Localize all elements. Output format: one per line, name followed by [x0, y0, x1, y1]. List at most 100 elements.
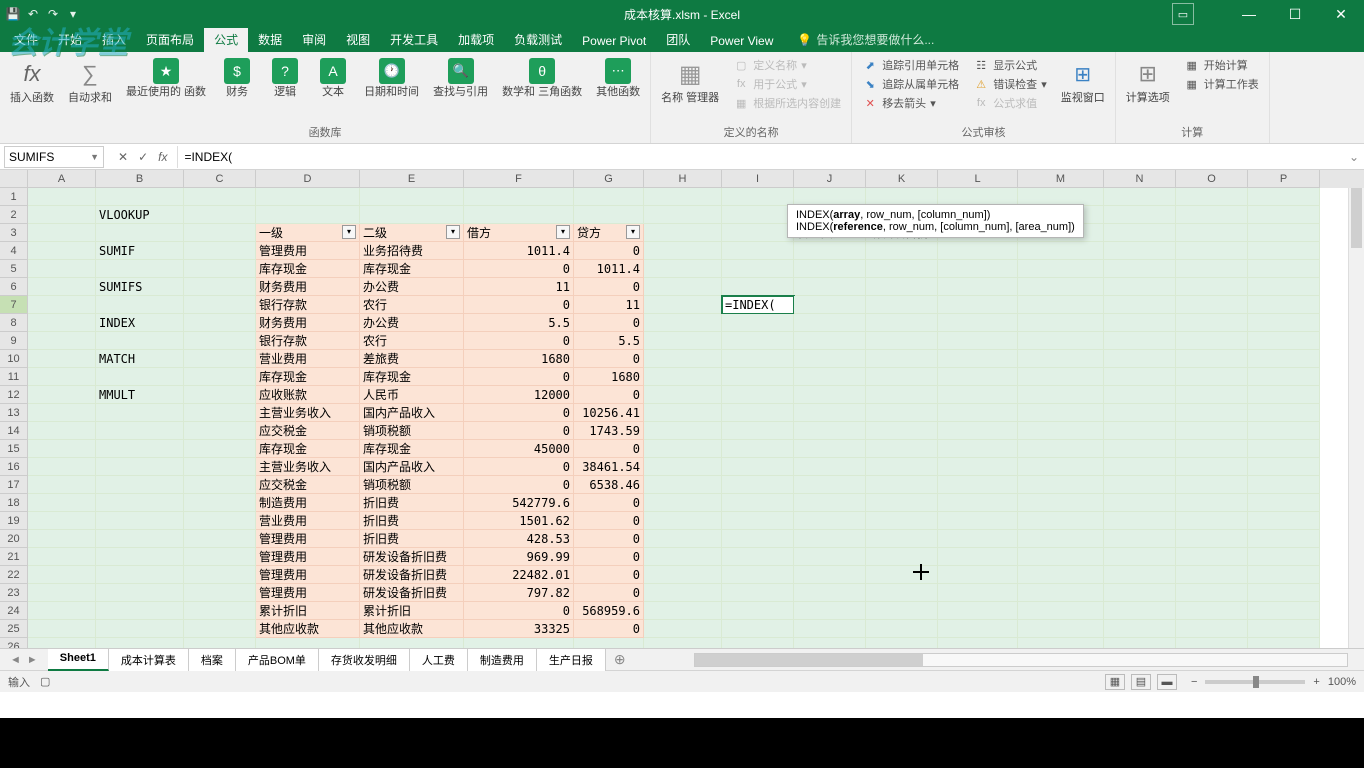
cell-E10[interactable]: 差旅费 [360, 350, 464, 368]
cell-O12[interactable] [1176, 386, 1248, 404]
cell-G8[interactable]: 0 [574, 314, 644, 332]
row-header[interactable]: 16 [0, 458, 28, 476]
cell-K23[interactable] [866, 584, 938, 602]
cell-D24[interactable]: 累计折旧 [256, 602, 360, 620]
cell-P9[interactable] [1248, 332, 1320, 350]
cell-J18[interactable] [794, 494, 866, 512]
cell-K16[interactable] [866, 458, 938, 476]
cell-D19[interactable]: 营业费用 [256, 512, 360, 530]
cell-J15[interactable] [794, 440, 866, 458]
macro-record-icon[interactable]: ▢ [40, 675, 50, 688]
cell-B3[interactable] [96, 224, 184, 242]
cell-J8[interactable] [794, 314, 866, 332]
cell-A14[interactable] [28, 422, 96, 440]
tab-file[interactable]: 文件 [4, 27, 48, 52]
cell-D17[interactable]: 应交税金 [256, 476, 360, 494]
cell-O20[interactable] [1176, 530, 1248, 548]
cell-N17[interactable] [1104, 476, 1176, 494]
cell-L6[interactable] [938, 278, 1018, 296]
cell-G4[interactable]: 0 [574, 242, 644, 260]
cell-I6[interactable] [722, 278, 794, 296]
cell-D21[interactable]: 管理费用 [256, 548, 360, 566]
row-header[interactable]: 20 [0, 530, 28, 548]
cell-E11[interactable]: 库存现金 [360, 368, 464, 386]
cell-H10[interactable] [644, 350, 722, 368]
cell-J12[interactable] [794, 386, 866, 404]
cell-C25[interactable] [184, 620, 256, 638]
col-header[interactable]: B [96, 170, 184, 188]
tab-insert[interactable]: 插入 [92, 27, 136, 52]
cell-N23[interactable] [1104, 584, 1176, 602]
cell-C5[interactable] [184, 260, 256, 278]
cell-H6[interactable] [644, 278, 722, 296]
cell-K15[interactable] [866, 440, 938, 458]
cell-E7[interactable]: 农行 [360, 296, 464, 314]
cell-K18[interactable] [866, 494, 938, 512]
tab-home[interactable]: 开始 [48, 27, 92, 52]
cell-O7[interactable] [1176, 296, 1248, 314]
cell-K25[interactable] [866, 620, 938, 638]
cell-E12[interactable]: 人民币 [360, 386, 464, 404]
cell-O1[interactable] [1176, 188, 1248, 206]
cell-A17[interactable] [28, 476, 96, 494]
cell-G19[interactable]: 0 [574, 512, 644, 530]
cell-N9[interactable] [1104, 332, 1176, 350]
sheet-tab[interactable]: 生产日报 [537, 648, 606, 671]
cell-E14[interactable]: 销项税额 [360, 422, 464, 440]
cell-K6[interactable] [866, 278, 938, 296]
cell-H21[interactable] [644, 548, 722, 566]
cell-O19[interactable] [1176, 512, 1248, 530]
cell-H9[interactable] [644, 332, 722, 350]
filter-dropdown-icon[interactable]: ▾ [626, 225, 640, 239]
cell-I10[interactable] [722, 350, 794, 368]
cell-J16[interactable] [794, 458, 866, 476]
cell-I1[interactable] [722, 188, 794, 206]
cell-D23[interactable]: 管理费用 [256, 584, 360, 602]
cell-O2[interactable] [1176, 206, 1248, 224]
cell-L7[interactable] [938, 296, 1018, 314]
cell-J19[interactable] [794, 512, 866, 530]
cell-A7[interactable] [28, 296, 96, 314]
cell-I19[interactable] [722, 512, 794, 530]
cell-M21[interactable] [1018, 548, 1104, 566]
cell-O24[interactable] [1176, 602, 1248, 620]
tab-formulas[interactable]: 公式 [204, 27, 248, 52]
lookup-button[interactable]: 🔍查找与引用 [429, 56, 492, 101]
expand-formula-icon[interactable]: ⌄ [1344, 150, 1364, 164]
cell-P26[interactable] [1248, 638, 1320, 648]
trace-precedents-button[interactable]: ⬈追踪引用单元格 [858, 56, 963, 74]
cell-K22[interactable] [866, 566, 938, 584]
cell-G9[interactable]: 5.5 [574, 332, 644, 350]
cell-F9[interactable]: 0 [464, 332, 574, 350]
cell-H14[interactable] [644, 422, 722, 440]
cell-H20[interactable] [644, 530, 722, 548]
formula-input[interactable]: =INDEX( [177, 146, 1344, 168]
cell-L10[interactable] [938, 350, 1018, 368]
col-header[interactable]: C [184, 170, 256, 188]
row-header[interactable]: 26 [0, 638, 28, 648]
cell-M20[interactable] [1018, 530, 1104, 548]
cell-B22[interactable] [96, 566, 184, 584]
cell-L5[interactable] [938, 260, 1018, 278]
cell-F24[interactable]: 0 [464, 602, 574, 620]
cell-N11[interactable] [1104, 368, 1176, 386]
cell-F21[interactable]: 969.99 [464, 548, 574, 566]
cell-C21[interactable] [184, 548, 256, 566]
cell-N4[interactable] [1104, 242, 1176, 260]
sheet-tab[interactable]: Sheet1 [48, 648, 109, 671]
cell-P19[interactable] [1248, 512, 1320, 530]
cell-G1[interactable] [574, 188, 644, 206]
cell-I21[interactable] [722, 548, 794, 566]
cell-E3[interactable]: 二级▾ [360, 224, 464, 242]
cell-J7[interactable] [794, 296, 866, 314]
cell-I24[interactable] [722, 602, 794, 620]
cell-O22[interactable] [1176, 566, 1248, 584]
cell-A10[interactable] [28, 350, 96, 368]
cell-P18[interactable] [1248, 494, 1320, 512]
cell-E25[interactable]: 其他应收款 [360, 620, 464, 638]
cell-H8[interactable] [644, 314, 722, 332]
cell-C23[interactable] [184, 584, 256, 602]
cell-B14[interactable] [96, 422, 184, 440]
cell-L20[interactable] [938, 530, 1018, 548]
cell-K9[interactable] [866, 332, 938, 350]
